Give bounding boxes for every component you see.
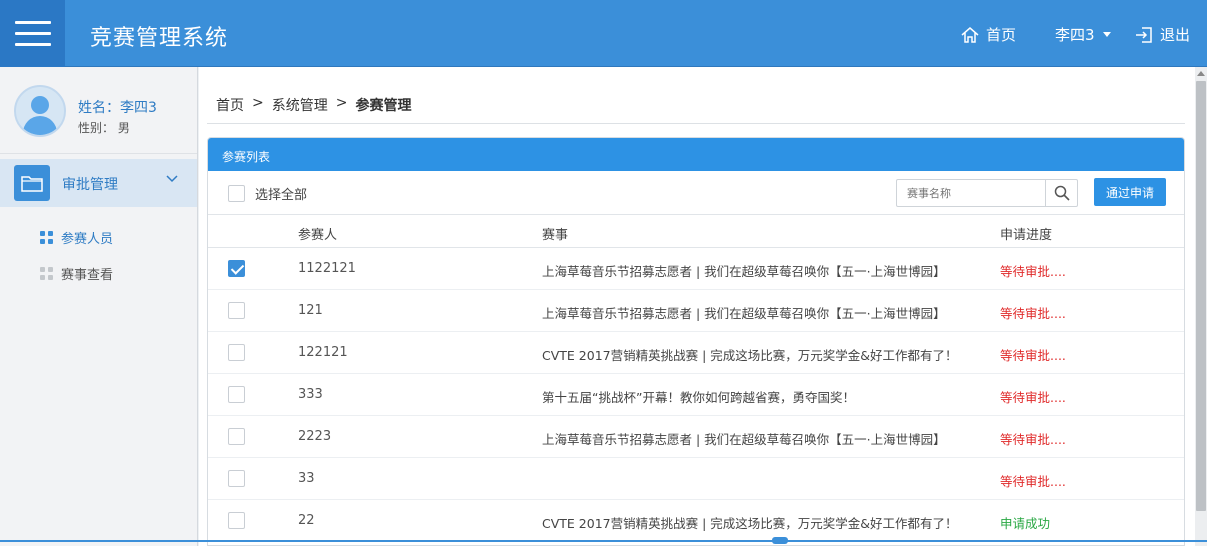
sidebar-group-approval[interactable]: 审批管理 [0, 159, 197, 207]
search-input[interactable] [897, 180, 1045, 206]
row-checkbox[interactable] [228, 260, 245, 277]
profile-name: 姓名：李四3 [78, 100, 157, 116]
hamburger-icon[interactable] [0, 0, 65, 67]
user-profile: 姓名：李四3 性别： 男 [0, 67, 197, 154]
user-name-label: 李四3 [1055, 26, 1095, 44]
list-toolbar: 选择全部 通过申请 [208, 171, 1184, 215]
cell-event: 上海草莓音乐节招募志愿者 | 我们在超级草莓召唤你【五一·上海世博园】 [542, 432, 946, 447]
menu-bar [14, 43, 51, 46]
cell-person: 121 [298, 303, 323, 318]
table-header: 参赛人 赛事 申请进度 [208, 215, 1184, 248]
cell-status: 等待审批.... [1000, 432, 1066, 447]
cell-event: 上海草莓音乐节招募志愿者 | 我们在超级草莓召唤你【五一·上海世博园】 [542, 306, 946, 321]
avatar [14, 85, 66, 137]
sidebar-item-events[interactable]: 赛事查看 [40, 264, 113, 283]
breadcrumb-home[interactable]: 首页 [216, 95, 244, 115]
user-menu[interactable]: 李四3 [1055, 24, 1111, 45]
select-all[interactable]: 选择全部 [228, 184, 307, 203]
table-row: 2223 上海草莓音乐节招募志愿者 | 我们在超级草莓召唤你【五一·上海世博园】… [208, 416, 1184, 458]
table-row: 333 第十五届“挑战杯”开幕！教你如何跨越省赛，勇夺国奖！ 等待审批.... [208, 374, 1184, 416]
select-all-checkbox[interactable] [228, 185, 245, 202]
cell-event: CVTE 2017营销精英挑战赛 | 完成这场比赛，万元奖学金&好工作都有了！ [542, 348, 958, 363]
row-checkbox[interactable] [228, 470, 245, 487]
search-button[interactable] [1045, 180, 1077, 206]
breadcrumb-current: 参赛管理 [355, 98, 412, 114]
scroll-thumb[interactable] [1196, 81, 1206, 511]
home-label: 首页 [986, 26, 1017, 44]
cell-person: 333 [298, 387, 323, 402]
cell-status: 申请成功 [1000, 516, 1051, 531]
sidebar-item-label: 参赛人员 [61, 232, 114, 247]
row-checkbox[interactable] [228, 512, 245, 529]
sidebar-item-label: 赛事查看 [61, 268, 114, 283]
breadcrumb-sep: > [252, 95, 264, 111]
main-content: 首页 > 系统管理 > 参赛管理 参赛列表 选择全部 通过申请 [199, 67, 1195, 546]
cell-event: 第十五届“挑战杯”开幕！教你如何跨越省赛，勇夺国奖！ [542, 390, 855, 405]
vertical-scrollbar[interactable] [1195, 67, 1207, 546]
sidebar-group-label: 审批管理 [62, 177, 118, 193]
bottom-divider [0, 540, 1207, 542]
folder-icon [14, 165, 50, 201]
cell-status: 等待审批.... [1000, 264, 1066, 279]
logout-icon [1136, 26, 1152, 43]
cell-person: 122121 [298, 345, 348, 360]
row-checkbox[interactable] [228, 386, 245, 403]
avatar-body [23, 116, 57, 135]
search-box [896, 179, 1078, 207]
breadcrumb-system[interactable]: 系统管理 [272, 95, 328, 115]
table-row: 1122121 上海草莓音乐节招募志愿者 | 我们在超级草莓召唤你【五一·上海世… [208, 248, 1184, 290]
table-body: 1122121 上海草莓音乐节招募志愿者 | 我们在超级草莓召唤你【五一·上海世… [208, 248, 1184, 542]
grid-icon [40, 267, 53, 280]
logout-label: 退出 [1160, 26, 1191, 44]
top-header: 竞赛管理系统 首页 李四3 退出 [0, 0, 1207, 67]
logout-link[interactable]: 退出 [1134, 24, 1190, 45]
participant-list-panel: 参赛列表 选择全部 通过申请 参赛人 赛事 申请进度 [207, 137, 1185, 546]
resize-handle[interactable] [772, 537, 788, 544]
cell-person: 2223 [298, 429, 332, 444]
table-row: 22 CVTE 2017营销精英挑战赛 | 完成这场比赛，万元奖学金&好工作都有… [208, 500, 1184, 542]
caret-down-icon [1102, 32, 1111, 37]
menu-bar [14, 21, 51, 24]
sidebar: 姓名：李四3 性别： 男 审批管理 参赛人员 赛事查看 [0, 67, 198, 546]
home-link[interactable]: 首页 [960, 24, 1016, 45]
home-icon [961, 26, 979, 43]
table-row: 33 等待审批.... [208, 458, 1184, 500]
cell-event: 上海草莓音乐节招募志愿者 | 我们在超级草莓召唤你【五一·上海世博园】 [542, 264, 946, 279]
row-checkbox[interactable] [228, 302, 245, 319]
cell-person: 1122121 [298, 261, 356, 276]
row-checkbox[interactable] [228, 344, 245, 361]
cell-status: 等待审批.... [1000, 390, 1066, 405]
divider [207, 123, 1185, 124]
chevron-down-icon [166, 175, 178, 183]
panel-title: 参赛列表 [208, 138, 1184, 171]
column-header-person: 参赛人 [298, 228, 338, 243]
app-title: 竞赛管理系统 [90, 26, 229, 51]
table-row: 122121 CVTE 2017营销精英挑战赛 | 完成这场比赛，万元奖学金&好… [208, 332, 1184, 374]
menu-bar [14, 32, 51, 35]
row-checkbox[interactable] [228, 428, 245, 445]
column-header-status: 申请进度 [1000, 228, 1053, 243]
breadcrumb: 首页 > 系统管理 > 参赛管理 [216, 95, 411, 115]
sidebar-item-participants[interactable]: 参赛人员 [40, 228, 113, 247]
table-row: 121 上海草莓音乐节招募志愿者 | 我们在超级草莓召唤你【五一·上海世博园】 … [208, 290, 1184, 332]
cell-status: 等待审批.... [1000, 348, 1066, 363]
grid-icon [40, 231, 53, 244]
select-all-label: 选择全部 [255, 188, 308, 203]
cell-person: 33 [298, 471, 315, 486]
profile-gender: 性别： 男 [78, 121, 130, 135]
search-icon [1054, 185, 1070, 201]
scroll-up-icon[interactable] [1197, 71, 1205, 76]
cell-person: 22 [298, 513, 315, 528]
column-header-event: 赛事 [542, 228, 569, 243]
avatar-head [31, 96, 49, 114]
cell-status: 等待审批.... [1000, 306, 1066, 321]
cell-event: CVTE 2017营销精英挑战赛 | 完成这场比赛，万元奖学金&好工作都有了！ [542, 516, 958, 531]
breadcrumb-sep: > [335, 95, 348, 111]
cell-status: 等待审批.... [1000, 474, 1066, 489]
approve-button[interactable]: 通过申请 [1094, 178, 1166, 206]
